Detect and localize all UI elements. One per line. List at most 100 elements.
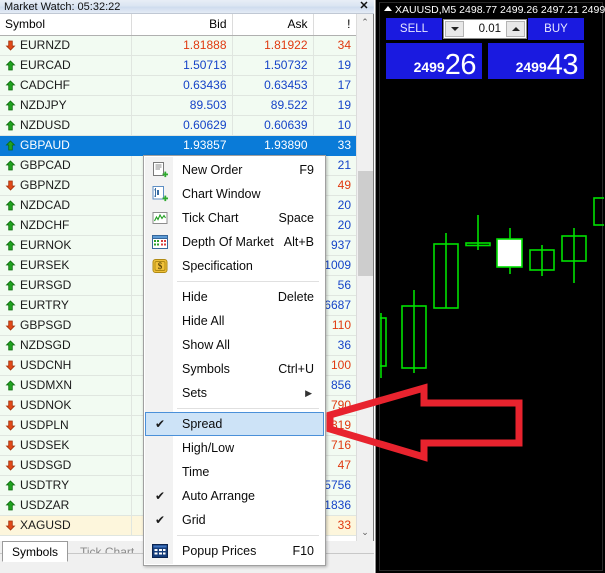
cell-symbol[interactable]: EURSGD (0, 275, 132, 296)
symbol-label: USDZAR (20, 498, 70, 512)
menu-item-depth-of-market[interactable]: Depth Of Market Alt+B (145, 230, 324, 254)
menu-item-popup-prices[interactable]: Popup Prices F10 (145, 539, 324, 563)
menu-item-icon-slot (146, 334, 174, 356)
menu-item-accelerator: Alt+B (283, 235, 314, 249)
menu-item-high-low[interactable]: High/Low (145, 436, 324, 460)
menu-item-symbols[interactable]: Symbols Ctrl+U (145, 357, 324, 381)
cell-symbol[interactable]: USDNOK (0, 395, 132, 416)
arrow-down-icon (5, 40, 16, 51)
arrow-down-icon (5, 360, 16, 371)
menu-item-new-order[interactable]: New Order F9 (145, 158, 324, 182)
menu-item-grid[interactable]: ✔ Grid (145, 508, 324, 532)
scrollbar-thumb[interactable] (358, 171, 373, 276)
cell-symbol[interactable]: USDTRY (0, 475, 132, 496)
column-header-spread[interactable]: ! (313, 14, 356, 36)
cell-symbol[interactable]: GBPNZD (0, 175, 132, 196)
cell-symbol[interactable]: USDSEK (0, 435, 132, 456)
volume-decrease-icon[interactable] (445, 21, 464, 37)
table-row[interactable]: NZDUSD 0.60629 0.60639 10 (0, 115, 356, 136)
column-header-ask[interactable]: Ask (232, 14, 314, 36)
table-row[interactable]: EURNZD 1.81888 1.81922 34 (0, 35, 356, 56)
menu-item-tick-chart[interactable]: Tick Chart Space (145, 206, 324, 230)
buy-price-display[interactable]: 249943 (488, 43, 584, 79)
menu-item-hide[interactable]: Hide Delete (145, 285, 324, 309)
context-menu: New Order F9 Chart Window Tick Chart Space De… (143, 155, 326, 566)
cell-ask: 89.522 (232, 95, 314, 116)
arrow-up-icon (5, 260, 16, 271)
cell-symbol[interactable]: USDZAR (0, 495, 132, 516)
cell-symbol[interactable]: EURSEK (0, 255, 132, 276)
column-header-bid[interactable]: Bid (131, 14, 233, 36)
market-watch-title: Market Watch: 05:32:22 (4, 1, 121, 13)
cell-symbol[interactable]: EURNOK (0, 235, 132, 256)
cell-symbol[interactable]: EURTRY (0, 295, 132, 316)
cell-symbol[interactable]: EURCAD (0, 55, 132, 76)
volume-value[interactable]: 0.01 (464, 20, 506, 38)
menu-item-chart-window[interactable]: Chart Window (145, 182, 324, 206)
cell-symbol[interactable]: NZDCHF (0, 215, 132, 236)
arrow-up-icon (5, 60, 16, 71)
menu-item-icon-slot (146, 231, 174, 253)
column-header-symbol[interactable]: Symbol (0, 14, 132, 36)
menu-item-icon-slot (146, 461, 174, 483)
menu-item-label: Tick Chart (182, 211, 239, 225)
table-row[interactable]: NZDJPY 89.503 89.522 19 (0, 95, 356, 116)
cell-symbol[interactable]: EURNZD (0, 35, 132, 56)
cell-symbol[interactable]: GBPAUD (0, 135, 132, 156)
cell-symbol[interactable]: USDCNH (0, 355, 132, 376)
cell-symbol[interactable]: USDPLN (0, 415, 132, 436)
menu-item-icon-slot (146, 437, 174, 459)
cell-spread: 34 (313, 35, 356, 56)
cell-symbol[interactable]: NZDUSD (0, 115, 132, 136)
cell-symbol[interactable]: GBPSGD (0, 315, 132, 336)
symbol-label: USDCNH (20, 358, 72, 372)
close-icon[interactable]: ✕ (358, 0, 370, 14)
menu-item-specification[interactable]: $ Specification (145, 254, 324, 278)
table-row[interactable]: EURCAD 1.50713 1.50732 19 (0, 55, 356, 76)
symbol-label: USDMXN (20, 378, 73, 392)
arrow-up-icon (5, 80, 16, 91)
cell-symbol[interactable]: USDMXN (0, 375, 132, 396)
menu-item-spread[interactable]: ✔ Spread (145, 412, 324, 436)
scroll-down-icon[interactable]: ⌄ (357, 524, 373, 541)
volume-stepper[interactable]: 0.01 (443, 19, 527, 39)
menu-item-icon-slot (146, 382, 174, 404)
menu-item-show-all[interactable]: Show All (145, 333, 324, 357)
table-row[interactable]: CADCHF 0.63436 0.63453 17 (0, 75, 356, 96)
arrow-up-icon (5, 280, 16, 291)
cell-ask: 1.50732 (232, 55, 314, 76)
buy-price-inner: 249943 (516, 49, 579, 79)
buy-button[interactable]: BUY (528, 18, 584, 40)
sell-price-display[interactable]: 249926 (386, 43, 482, 79)
one-click-trading-panel[interactable]: SELL 0.01 BUY 249926 249943 (386, 17, 584, 79)
menu-item-hide-all[interactable]: Hide All (145, 309, 324, 333)
menu-item-auto-arrange[interactable]: ✔ Auto Arrange (145, 484, 324, 508)
cell-bid: 0.63436 (131, 75, 233, 96)
menu-item-label: Sets (182, 386, 208, 400)
menu-item-sets[interactable]: Sets ▶ (145, 381, 324, 405)
cell-spread: 33 (313, 135, 356, 156)
sell-price-inner: 249926 (413, 49, 477, 79)
candlestick-series (380, 197, 604, 378)
table-row[interactable]: GBPAUD 1.93857 1.93890 33 (0, 135, 356, 156)
volume-increase-icon[interactable] (506, 21, 525, 37)
menu-item-icon-slot: $ (146, 255, 174, 277)
symbol-label: GBPSGD (20, 318, 72, 332)
chart-panel[interactable]: XAUUSD,M5 2498.77 2499.26 2497.21 2499.2… (375, 0, 605, 573)
cell-symbol[interactable]: XAGUSD (0, 515, 132, 536)
menu-item-icon-slot (146, 286, 174, 308)
cell-symbol[interactable]: NZDCAD (0, 195, 132, 216)
cell-symbol[interactable]: USDSGD (0, 455, 132, 476)
sell-button[interactable]: SELL (386, 18, 442, 40)
market-watch-scrollbar[interactable]: ⌃ ⌄ (356, 14, 373, 541)
cell-symbol[interactable]: NZDJPY (0, 95, 132, 116)
cell-symbol[interactable]: CADCHF (0, 75, 132, 96)
menu-item-time[interactable]: Time (145, 460, 324, 484)
scroll-up-icon[interactable]: ⌃ (357, 14, 373, 31)
app-root: Market Watch: 05:32:22 ✕ Symbol Bid Ask … (0, 0, 605, 573)
chart-canvas[interactable]: XAUUSD,M5 2498.77 2499.26 2497.21 2499.2… (379, 2, 605, 571)
tab-symbols[interactable]: Symbols (2, 541, 69, 562)
sell-price-integer: 2499 (413, 59, 445, 75)
cell-symbol[interactable]: GBPCAD (0, 155, 132, 176)
cell-symbol[interactable]: NZDSGD (0, 335, 132, 356)
